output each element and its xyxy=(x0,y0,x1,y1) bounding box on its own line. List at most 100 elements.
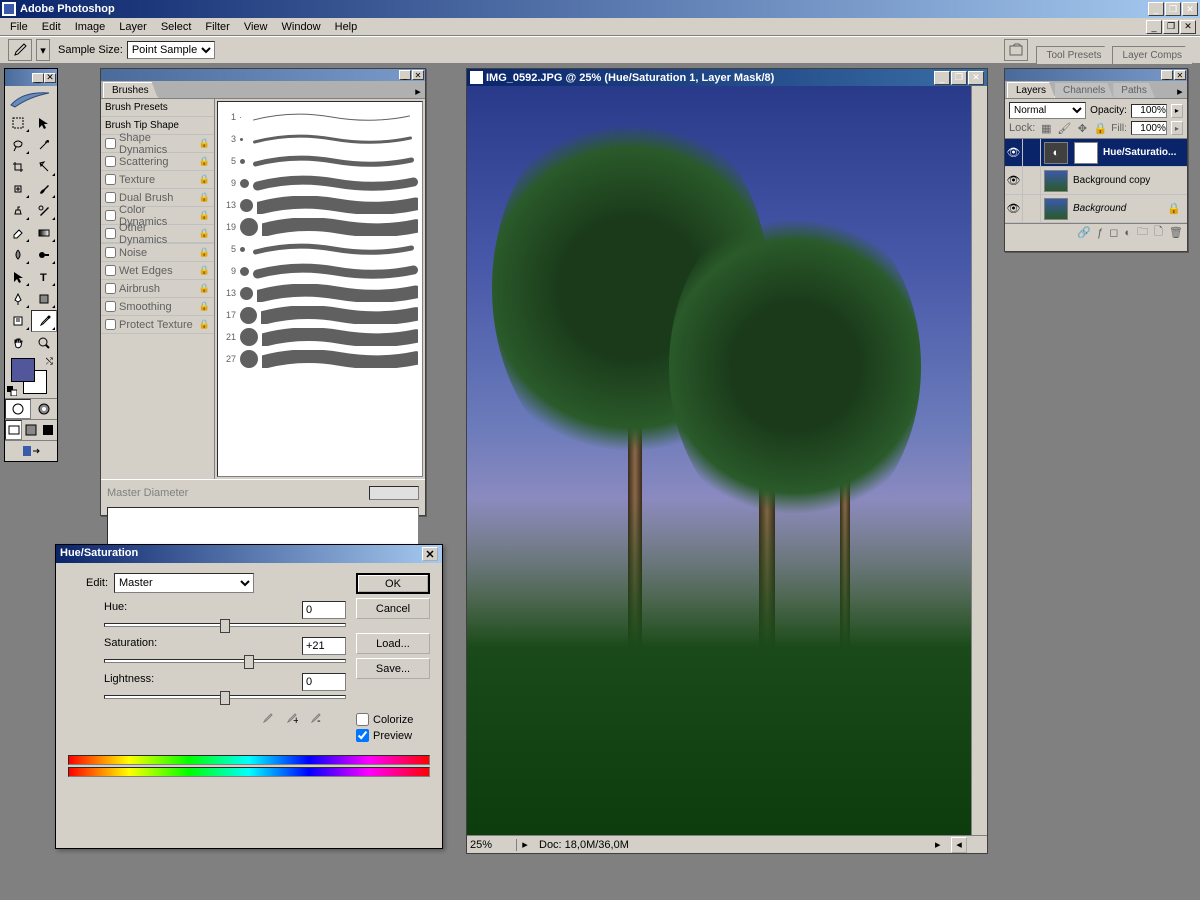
lock-image-icon[interactable]: 🖌 xyxy=(1057,121,1071,135)
lasso-tool[interactable] xyxy=(5,134,31,156)
opt-other-dynamics[interactable]: Other Dynamics🔒 xyxy=(101,225,214,243)
brush-presets[interactable]: Brush Presets xyxy=(101,99,214,117)
menu-window[interactable]: Window xyxy=(276,20,327,34)
visibility-icon[interactable]: 👁 xyxy=(1005,167,1023,195)
lock-position-icon[interactable]: ✥ xyxy=(1075,121,1089,135)
minimize-button[interactable]: _ xyxy=(1148,2,1164,16)
menu-layer[interactable]: Layer xyxy=(113,20,153,34)
brushes-minimize[interactable]: _ xyxy=(399,70,411,80)
default-colors-icon[interactable] xyxy=(7,386,17,396)
screen-mode-full-menu[interactable] xyxy=(22,420,39,440)
sample-size-select[interactable]: Point Sample xyxy=(127,41,215,59)
brush-stroke-row[interactable]: 17 xyxy=(222,304,418,326)
eyedropper-add-icon[interactable]: + xyxy=(282,709,300,727)
shape-tool[interactable] xyxy=(31,288,57,310)
opt-scattering[interactable]: Scattering🔒 xyxy=(101,153,214,171)
load-button[interactable]: Load... xyxy=(356,633,430,654)
opt-wet-edges[interactable]: Wet Edges🔒 xyxy=(101,262,214,280)
doc-close[interactable]: ✕ xyxy=(968,71,984,85)
hand-tool[interactable] xyxy=(5,332,31,354)
saturation-value[interactable] xyxy=(302,637,346,655)
visibility-icon[interactable]: 👁 xyxy=(1005,139,1023,167)
status-menu-icon[interactable]: ▸ xyxy=(517,838,533,851)
hue-value[interactable] xyxy=(302,601,346,619)
path-select-tool[interactable] xyxy=(5,266,31,288)
layer-item[interactable]: 👁 Background 🔒 xyxy=(1005,195,1187,223)
opt-texture[interactable]: Texture🔒 xyxy=(101,171,214,189)
brushes-close[interactable]: ✕ xyxy=(412,70,424,80)
mdi-minimize-button[interactable]: _ xyxy=(1146,20,1162,34)
layers-close[interactable]: ✕ xyxy=(1174,70,1186,80)
vertical-scrollbar[interactable] xyxy=(971,86,987,835)
tab-brushes[interactable]: Brushes xyxy=(103,82,158,98)
preview-checkbox[interactable]: Preview xyxy=(356,729,430,742)
menu-edit[interactable]: Edit xyxy=(36,20,67,34)
swap-colors-icon[interactable]: ⤭ xyxy=(46,356,53,367)
magic-wand-tool[interactable] xyxy=(31,134,57,156)
opt-shape-dynamics[interactable]: Shape Dynamics🔒 xyxy=(101,135,214,153)
menu-help[interactable]: Help xyxy=(329,20,364,34)
brush-stroke-row[interactable]: 21 xyxy=(222,326,418,348)
tab-tool-presets[interactable]: Tool Presets xyxy=(1036,46,1113,64)
brush-stroke-row[interactable]: 5 xyxy=(222,238,418,260)
maximize-button[interactable]: ❐ xyxy=(1165,2,1181,16)
menu-view[interactable]: View xyxy=(238,20,274,34)
mdi-restore-button[interactable]: ❐ xyxy=(1163,20,1179,34)
screen-mode-full[interactable] xyxy=(40,420,57,440)
brush-stroke-row[interactable]: 3 xyxy=(222,128,418,150)
eyedropper-tool[interactable] xyxy=(31,310,57,332)
blend-mode-select[interactable]: Normal xyxy=(1009,102,1086,119)
trash-icon[interactable]: 🗑 xyxy=(1169,226,1183,239)
eyedropper-icon[interactable] xyxy=(258,709,276,727)
palette-well-icon[interactable] xyxy=(1004,39,1028,61)
menu-select[interactable]: Select xyxy=(155,20,198,34)
cancel-button[interactable]: Cancel xyxy=(356,598,430,619)
opt-smoothing[interactable]: Smoothing🔒 xyxy=(101,298,214,316)
tab-paths[interactable]: Paths xyxy=(1113,83,1155,98)
eyedropper-subtract-icon[interactable]: - xyxy=(306,709,324,727)
new-group-icon[interactable]: 🗀 xyxy=(1137,223,1148,242)
brush-stroke-row[interactable]: 13 xyxy=(222,282,418,304)
brush-stroke-row[interactable]: 27 xyxy=(222,348,418,370)
marquee-tool[interactable] xyxy=(5,112,31,134)
fill-value[interactable] xyxy=(1131,121,1167,135)
brush-tool[interactable] xyxy=(31,178,57,200)
visibility-icon[interactable]: 👁 xyxy=(1005,195,1023,223)
brush-stroke-preview-list[interactable]: 135913195913172127 xyxy=(217,101,423,477)
layers-minimize[interactable]: _ xyxy=(1161,70,1173,80)
opt-noise[interactable]: Noise🔒 xyxy=(101,244,214,262)
pen-tool[interactable] xyxy=(5,288,31,310)
tab-channels[interactable]: Channels xyxy=(1055,83,1113,98)
clone-stamp-tool[interactable] xyxy=(5,200,31,222)
saturation-slider[interactable] xyxy=(104,659,346,663)
move-tool[interactable] xyxy=(31,112,57,134)
menu-filter[interactable]: Filter xyxy=(199,20,235,34)
adjustment-layer-icon[interactable]: ◐ xyxy=(1124,227,1131,239)
brush-stroke-row[interactable]: 19 xyxy=(222,216,418,238)
brush-stroke-row[interactable]: 13 xyxy=(222,194,418,216)
slice-tool[interactable] xyxy=(31,156,57,178)
colorize-checkbox[interactable]: Colorize xyxy=(356,713,430,726)
ok-button[interactable]: OK xyxy=(356,573,430,594)
save-button[interactable]: Save... xyxy=(356,658,430,679)
status-arrow-icon[interactable]: ▸ xyxy=(935,838,951,851)
new-layer-icon[interactable]: 🗋 xyxy=(1154,223,1163,242)
doc-maximize[interactable]: ❐ xyxy=(951,71,967,85)
layer-mask-icon[interactable]: ◻ xyxy=(1109,226,1118,239)
gradient-tool[interactable] xyxy=(31,222,57,244)
opt-protect-texture[interactable]: Protect Texture🔒 xyxy=(101,316,214,334)
notes-tool[interactable] xyxy=(5,310,31,332)
layers-menu-button[interactable]: ▸ xyxy=(1173,84,1187,98)
eraser-tool[interactable] xyxy=(5,222,31,244)
menu-file[interactable]: File xyxy=(4,20,34,34)
lock-transparency-icon[interactable]: ▦ xyxy=(1039,121,1053,135)
edit-select[interactable]: Master xyxy=(114,573,254,593)
tab-layer-comps[interactable]: Layer Comps xyxy=(1112,46,1193,64)
zoom-field[interactable]: 25% xyxy=(467,839,517,851)
menu-image[interactable]: Image xyxy=(69,20,112,34)
tools-minimize[interactable]: _ xyxy=(32,73,44,83)
layer-item[interactable]: 👁 Background copy xyxy=(1005,167,1187,195)
type-tool[interactable]: T xyxy=(31,266,57,288)
mdi-close-button[interactable]: ✕ xyxy=(1180,20,1196,34)
doc-minimize[interactable]: _ xyxy=(934,71,950,85)
